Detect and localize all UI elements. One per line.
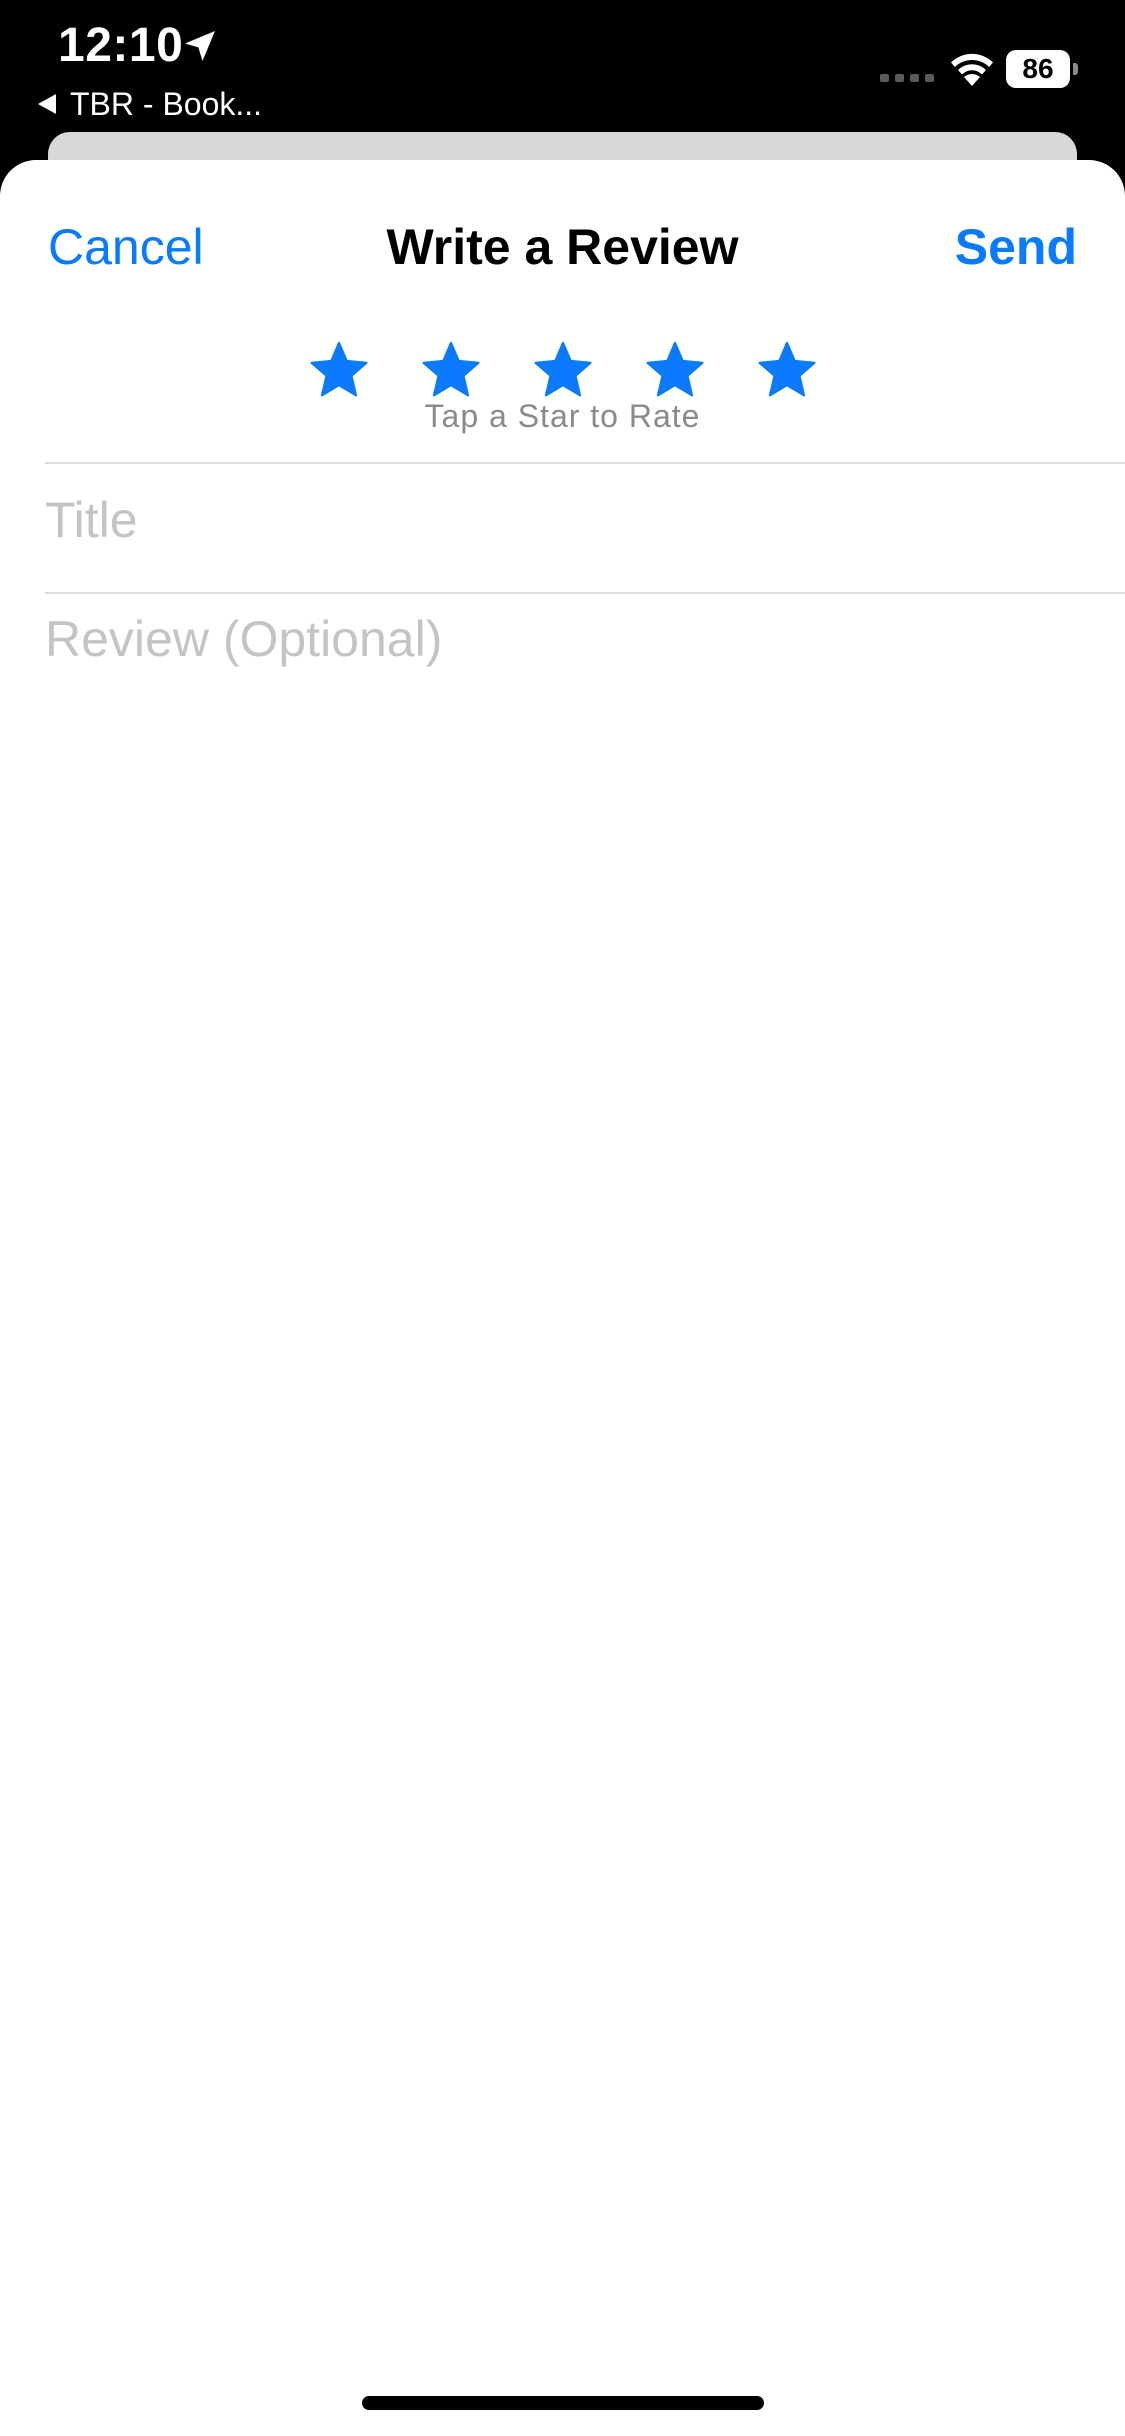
review-field[interactable] xyxy=(45,610,1085,2110)
home-indicator xyxy=(362,2396,764,2410)
star-icon[interactable] xyxy=(755,338,819,402)
back-to-app-button[interactable]: TBR - Book... xyxy=(36,84,262,124)
star-icon[interactable] xyxy=(643,338,707,402)
title-field[interactable] xyxy=(45,460,1085,580)
status-bar: 12:10 TBR - Book... 86 xyxy=(0,0,1125,130)
location-arrow-icon xyxy=(185,31,215,61)
divider xyxy=(45,592,1125,594)
battery-icon: 86 xyxy=(1006,50,1078,88)
screen: 12:10 TBR - Book... 86 Cancel Write a Re… xyxy=(0,0,1125,2436)
wifi-icon xyxy=(951,53,993,86)
nav-bar: Cancel Write a Review Send xyxy=(0,160,1125,330)
star-row xyxy=(307,338,819,404)
send-button[interactable]: Send xyxy=(955,218,1077,276)
rating-hint: Tap a Star to Rate xyxy=(424,398,701,434)
battery-cap xyxy=(1073,63,1078,75)
back-triangle-icon xyxy=(38,94,56,114)
battery-level: 86 xyxy=(1022,53,1054,84)
cellular-icon xyxy=(880,74,934,82)
battery-body: 86 xyxy=(1006,50,1070,88)
back-app-label: TBR - Book... xyxy=(70,85,263,122)
cancel-button[interactable]: Cancel xyxy=(48,218,204,276)
star-icon[interactable] xyxy=(307,338,371,402)
status-time: 12:10 xyxy=(58,19,184,72)
write-review-sheet: Cancel Write a Review Send Tap a Star to… xyxy=(0,160,1125,2436)
star-icon[interactable] xyxy=(419,338,483,402)
star-icon[interactable] xyxy=(531,338,595,402)
